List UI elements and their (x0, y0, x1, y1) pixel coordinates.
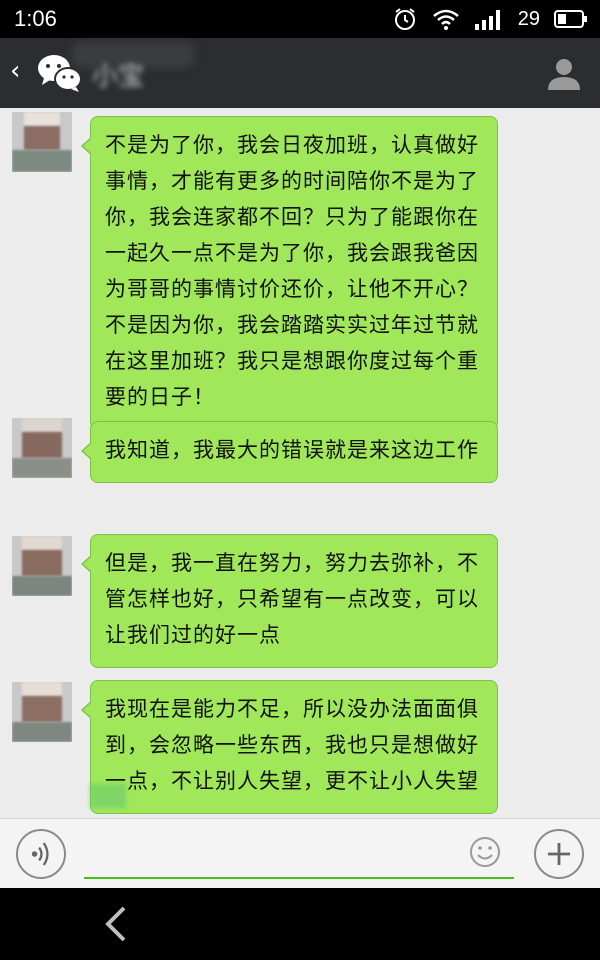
message-text: 不是为了你，我会日夜加班，认真做好事情，才能有更多的时间陪你不是为了你，我会连家… (105, 133, 479, 409)
back-chevron-icon[interactable]: ‹ (10, 56, 20, 86)
message-input[interactable] (84, 831, 514, 879)
message-bubble[interactable]: 但是，我一直在努力，努力去弥补，不管怎样也好，只希望有一点改变，可以让我们过的好… (81, 534, 498, 668)
avatar[interactable] (12, 418, 72, 478)
avatar[interactable] (12, 536, 72, 596)
signal-icon (474, 10, 500, 30)
wifi-icon (432, 9, 459, 30)
status-bar: 1:06 29 (0, 0, 600, 38)
redaction-blot (90, 784, 126, 808)
input-bar (0, 818, 600, 888)
battery-level: 29 (517, 7, 540, 30)
navigation-bar (0, 888, 600, 960)
back-arrow-icon[interactable] (98, 902, 132, 946)
message-text: 我知道，我最大的错误就是来这边工作 (105, 438, 479, 462)
message-text: 但是，我一直在努力，努力去弥补，不管怎样也好，只希望有一点改变，可以让我们过的好… (105, 551, 479, 647)
message-text: 我现在是能力不足，所以没办法面面俱到，会忽略一些东西，我也只是想做好一点，不让别… (105, 697, 479, 793)
contact-name: 小宝 (92, 62, 145, 92)
battery-icon (554, 10, 587, 28)
avatar[interactable] (12, 682, 72, 742)
emoji-icon[interactable] (468, 835, 502, 869)
alarm-icon (394, 8, 415, 30)
message-bubble[interactable]: 不是为了你，我会日夜加班，认真做好事情，才能有更多的时间陪你不是为了你，我会连家… (81, 116, 498, 430)
chat-header: ‹ 小宝 (0, 38, 600, 108)
profile-icon[interactable] (544, 54, 584, 94)
chat-area[interactable]: 不是为了你，我会日夜加班，认真做好事情，才能有更多的时间陪你不是为了你，我会连家… (0, 108, 600, 818)
message-bubble[interactable]: 我知道，我最大的错误就是来这边工作 (81, 421, 498, 483)
voice-icon[interactable] (16, 829, 66, 879)
avatar[interactable] (12, 112, 72, 172)
message-bubble[interactable]: 我现在是能力不足，所以没办法面面俱到，会忽略一些东西，我也只是想做好一点，不让别… (81, 680, 498, 814)
plus-icon[interactable] (534, 829, 584, 879)
status-time: 1:06 (14, 6, 57, 31)
status-icons: 29 (392, 6, 588, 32)
